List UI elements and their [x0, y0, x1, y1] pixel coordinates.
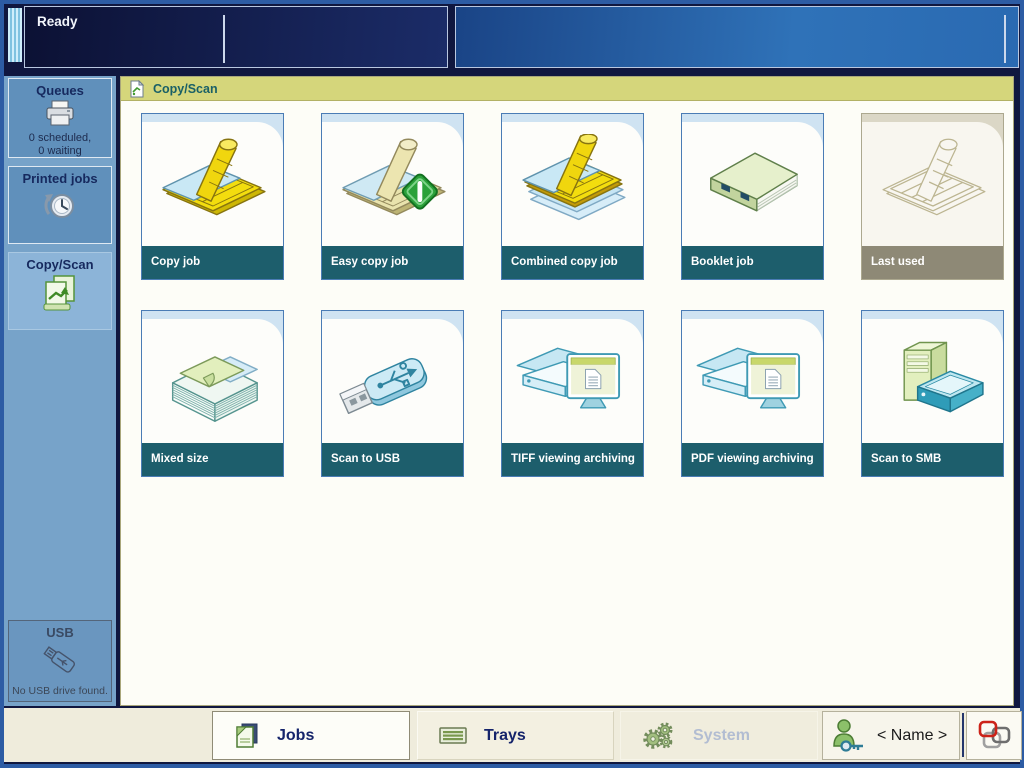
usb-drive-outline-icon [38, 642, 82, 685]
last-used-icon [874, 134, 992, 235]
tile-label: Scan to SMB [862, 443, 1003, 476]
sidebar-item-usb: USB No USB drive found. [8, 620, 112, 702]
overlapping-squares-icon [976, 720, 1012, 752]
combined-copy-job-icon [514, 132, 632, 235]
tile-label: Booklet job [682, 246, 823, 279]
tab-jobs-label: Jobs [277, 726, 315, 744]
tile-last-used: Last used [861, 113, 1004, 280]
login-name-button[interactable]: < Name > [822, 711, 960, 760]
tile-label: Last used [862, 246, 1003, 279]
trays-icon [438, 725, 468, 747]
status-divider [223, 15, 225, 63]
booklet-job-icon [694, 134, 812, 235]
user-key-icon [831, 718, 865, 754]
tile-label: Mixed size [142, 443, 283, 476]
tab-trays-label: Trays [484, 726, 526, 744]
tile-label: Scan to USB [322, 443, 463, 476]
content-area: Copy/Scan Copy job Easy copy job Combine… [120, 76, 1014, 706]
mixed-size-icon [154, 331, 272, 432]
tile-copy-job[interactable]: Copy job [141, 113, 284, 280]
tile-label: Combined copy job [502, 246, 643, 279]
copy-scan-page-icon [129, 79, 145, 98]
content-header: Copy/Scan [121, 77, 1013, 101]
printed-jobs-title: Printed jobs [22, 171, 98, 186]
tile-easy-copy-job[interactable]: Easy copy job [321, 113, 464, 280]
tile-label: Easy copy job [322, 246, 463, 279]
copy-scan-icon [41, 274, 79, 317]
tile-combined-copy-job[interactable]: Combined copy job [501, 113, 644, 280]
status-panel-message [455, 6, 1019, 68]
scan-to-smb-icon [874, 331, 992, 432]
easy-copy-job-icon [334, 134, 452, 235]
printer-icon [43, 100, 77, 132]
sidebar-item-queues[interactable]: Queues 0 scheduled, 0 waiting [8, 78, 112, 158]
jobs-document-icon [233, 723, 261, 749]
queues-waiting-count: 0 waiting [38, 145, 82, 157]
tab-system: System [620, 711, 818, 760]
sidebar-item-printed-jobs[interactable]: Printed jobs [8, 166, 112, 244]
pdf-viewing-icon [694, 331, 812, 432]
activity-stripes-icon [8, 8, 22, 62]
sidebar: Queues 0 scheduled, 0 waiting Printed jo… [4, 76, 116, 706]
system-gears-icon [641, 720, 677, 752]
tab-jobs[interactable]: Jobs [212, 711, 410, 760]
tile-label: TIFF viewing archiving [502, 443, 643, 476]
page-title: Copy/Scan [153, 81, 218, 96]
tile-booklet-job[interactable]: Booklet job [681, 113, 824, 280]
usb-status-message: No USB drive found. [12, 685, 108, 697]
sidebar-item-copy-scan[interactable]: Copy/Scan [8, 252, 112, 330]
bottom-bar-divider [962, 713, 964, 757]
status-panel-printer: Ready [24, 6, 448, 68]
queues-scheduled-count: 0 scheduled, [28, 132, 92, 144]
counter-overlay-button[interactable] [966, 711, 1022, 760]
copy-job-icon [154, 134, 272, 235]
printer-status-text: Ready [37, 14, 78, 29]
tile-label: PDF viewing archiving [682, 443, 823, 476]
tile-pdf-viewing-archiving[interactable]: PDF viewing archiving [681, 310, 824, 477]
queues-title: Queues [36, 83, 84, 98]
usb-title: USB [46, 625, 74, 640]
login-name-label: < Name > [877, 726, 948, 744]
tile-scan-to-smb[interactable]: Scan to SMB [861, 310, 1004, 477]
tab-trays[interactable]: Trays [417, 711, 614, 760]
history-clock-icon [42, 188, 78, 229]
status-divider [1004, 15, 1006, 63]
scan-to-usb-icon [334, 331, 452, 432]
tile-label: Copy job [142, 246, 283, 279]
copy-scan-title: Copy/Scan [26, 257, 94, 272]
tile-scan-to-usb[interactable]: Scan to USB [321, 310, 464, 477]
tab-system-label: System [693, 726, 750, 744]
bottom-tab-bar: Jobs Trays System < Name > [4, 708, 1022, 762]
tile-tiff-viewing-archiving[interactable]: TIFF viewing archiving [501, 310, 644, 477]
tiff-viewing-icon [514, 331, 632, 432]
tile-mixed-size[interactable]: Mixed size [141, 310, 284, 477]
